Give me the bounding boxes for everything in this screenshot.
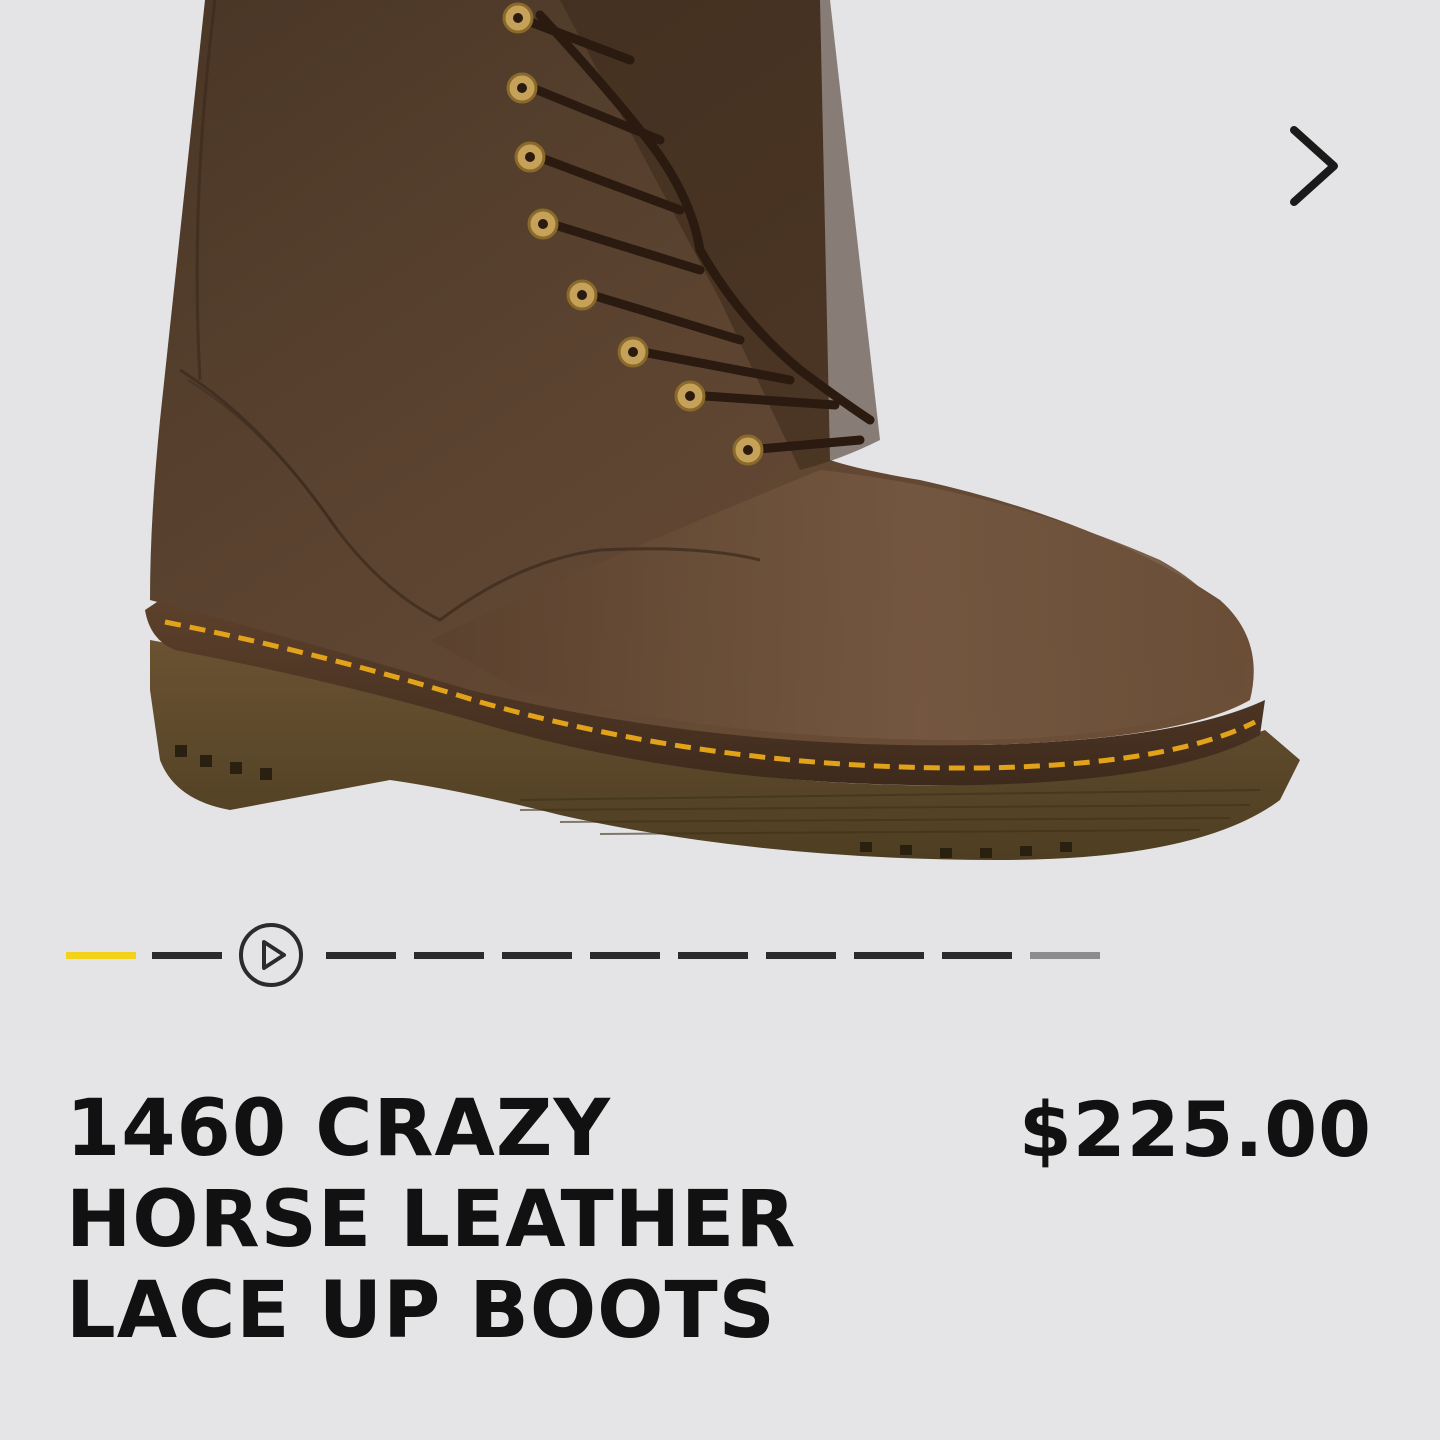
slide-indicator-item-5[interactable] <box>414 952 484 959</box>
slide-indicator-item-12[interactable] <box>1030 952 1100 959</box>
boot-product-image <box>145 0 1300 860</box>
slide-indicator-item-10[interactable] <box>854 952 924 959</box>
slide-indicator-item-2[interactable] <box>152 952 222 959</box>
chevron-right-icon[interactable] <box>1270 118 1360 214</box>
product-image-gallery[interactable] <box>0 0 1440 1040</box>
slide-indicator-item-6[interactable] <box>502 952 572 959</box>
slide-indicator-item-8[interactable] <box>678 952 748 959</box>
play-icon[interactable] <box>238 922 304 988</box>
product-price: $225.00 <box>1018 1085 1372 1174</box>
product-title: 1460 CRAZY HORSE LEATHER LACE UP BOOTS <box>66 1084 797 1356</box>
slide-indicator-item-9[interactable] <box>766 952 836 959</box>
slide-indicator-item-1[interactable] <box>66 952 136 959</box>
slide-indicator <box>66 922 1106 988</box>
product-info: 1460 CRAZY HORSE LEATHER LACE UP BOOTS $… <box>0 1040 1440 1440</box>
slide-indicator-item-4[interactable] <box>326 952 396 959</box>
slide-indicator-item-11[interactable] <box>942 952 1012 959</box>
slide-indicator-item-7[interactable] <box>590 952 660 959</box>
